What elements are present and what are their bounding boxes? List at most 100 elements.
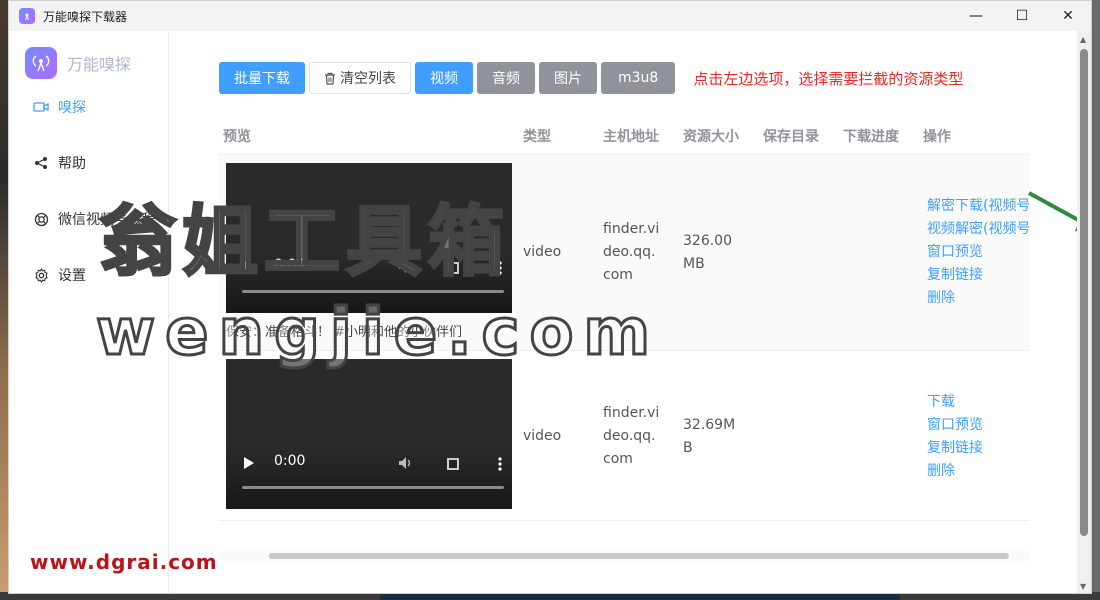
host-line: finder.vi [603, 405, 660, 421]
brand-name: 万能嗅探 [67, 55, 132, 74]
sidebar-item-label: 帮助 [58, 156, 86, 172]
size-cell: 326.00 MB [679, 155, 759, 350]
download-link[interactable]: 下载 [927, 391, 1029, 414]
filter-image-button[interactable]: 图片 [539, 62, 597, 94]
dir-cell [759, 155, 839, 350]
sidebar-item-label: 嗅探 [58, 100, 86, 116]
video-progress-track[interactable] [242, 290, 504, 293]
video-time: 0:00 [274, 453, 306, 469]
host-line: deo.qq. [603, 244, 656, 260]
size-line: B [683, 440, 693, 456]
video-controls [226, 253, 512, 313]
copy-link-link[interactable]: 复制链接 [927, 437, 1029, 460]
column-header-size: 资源大小 [683, 128, 739, 145]
sidebar: 万能嗅探 嗅探 帮助 微信视频号教程 设置 [9, 31, 169, 593]
main-content: 批量下载 清空列表 视频 音频 图片 m3u8 点击左边选项，选择需要拦截的资源… [177, 31, 1091, 593]
video-player[interactable]: 0:00 [226, 163, 512, 313]
trash-icon [324, 72, 336, 85]
clear-list-button[interactable]: 清空列表 [309, 62, 411, 94]
horizontal-scrollbar[interactable] [219, 551, 1029, 561]
video-player[interactable]: 0:00 [226, 359, 512, 509]
column-header-host: 主机地址 [603, 128, 659, 145]
filter-video-button[interactable]: 视频 [415, 62, 473, 94]
window-title: 万能嗅探下载器 [43, 9, 128, 24]
batch-download-button[interactable]: 批量下载 [219, 62, 305, 94]
progress-cell [839, 155, 919, 350]
host-line: com [603, 267, 633, 283]
sidebar-item-wechat-tutorial[interactable]: 微信视频号教程 [9, 191, 168, 247]
column-header-dir: 保存目录 [763, 128, 819, 145]
play-icon[interactable] [244, 457, 254, 469]
toolbar: 批量下载 清空列表 视频 音频 图片 m3u8 点击左边选项，选择需要拦截的资源… [219, 62, 963, 94]
sidebar-item-settings[interactable]: 设置 [9, 247, 168, 303]
decrypt-download-link[interactable]: 解密下载(视频号 [927, 195, 1029, 218]
filter-m3u8-button[interactable]: m3u8 [601, 62, 676, 94]
video-time: 0:00 [274, 257, 306, 273]
delete-link[interactable]: 删除 [927, 460, 1029, 483]
column-header-progress: 下载进度 [843, 128, 899, 145]
window-controls: — ☐ ✕ [953, 1, 1091, 31]
column-header-ops: 操作 [923, 128, 951, 145]
hint-text: 点击左边选项，选择需要拦截的资源类型 [693, 69, 964, 88]
window-preview-link[interactable]: 窗口预览 [927, 241, 1029, 264]
host-line: deo.qq. [603, 428, 656, 444]
video-progress-track[interactable] [242, 486, 504, 489]
video-caption: 保安：准备格斗！ #小明和他的小伙伴们 [226, 325, 463, 340]
ops-cell: 解密下载(视频号 视频解密(视频号 窗口预览 复制链接 删除 [919, 155, 1029, 350]
vertical-scrollbar[interactable]: ▲ ▼ [1077, 31, 1091, 593]
lifebuoy-icon [33, 211, 49, 227]
sidebar-item-sniff[interactable]: 嗅探 [9, 79, 168, 135]
copy-link-link[interactable]: 复制链接 [927, 264, 1029, 287]
video-icon [33, 99, 49, 115]
size-line: 32.69M [683, 417, 736, 433]
title-bar[interactable]: 万能嗅探下载器 — ☐ ✕ [9, 1, 1091, 31]
play-icon[interactable] [244, 261, 254, 273]
video-controls [226, 449, 512, 509]
host-line: com [603, 451, 633, 467]
app-window: 万能嗅探下载器 — ☐ ✕ 万能嗅探 嗅探 帮助 微信视频号教程 设置 批量下载… [8, 0, 1092, 594]
size-line: 326.00 [683, 233, 732, 249]
more-options-icon[interactable] [498, 261, 502, 275]
scroll-up-icon[interactable]: ▲ [1080, 35, 1086, 44]
progress-cell [839, 351, 919, 520]
sidebar-item-label: 微信视频号教程 [58, 212, 156, 228]
type-cell: video [523, 428, 562, 444]
sidebar-item-label: 设置 [58, 268, 86, 284]
maximize-button[interactable]: ☐ [999, 1, 1045, 31]
preview-cell: 0:00 [219, 351, 519, 520]
app-icon [19, 8, 35, 24]
size-cell: 32.69M B [679, 351, 759, 520]
horizontal-scroll-thumb[interactable] [269, 553, 1009, 559]
minimize-button[interactable]: — [953, 1, 999, 31]
dir-cell [759, 351, 839, 520]
filter-audio-button[interactable]: 音频 [477, 62, 535, 94]
scroll-down-icon[interactable]: ▼ [1080, 582, 1086, 591]
host-line: finder.vi [603, 221, 660, 237]
ops-cell: 下载 窗口预览 复制链接 删除 [919, 351, 1029, 520]
gear-icon [33, 267, 49, 283]
vertical-scroll-thumb[interactable] [1080, 49, 1088, 536]
host-cell: finder.vi deo.qq. com [599, 351, 679, 520]
type-cell: video [523, 244, 562, 260]
host-cell: finder.vi deo.qq. com [599, 155, 679, 350]
column-header-preview: 预览 [223, 128, 251, 145]
size-line: MB [683, 256, 705, 272]
share-icon [33, 155, 49, 171]
close-button[interactable]: ✕ [1045, 1, 1091, 31]
app-logo-icon [25, 47, 57, 79]
video-decrypt-link[interactable]: 视频解密(视频号 [927, 218, 1029, 241]
fullscreen-icon[interactable] [447, 458, 459, 470]
fullscreen-icon[interactable] [447, 262, 459, 274]
clear-list-label: 清空列表 [340, 71, 396, 87]
more-options-icon[interactable] [498, 457, 502, 471]
volume-icon[interactable] [398, 455, 414, 471]
preview-cell: 0:00 保安：准备格斗！ #小明和他的小伙伴们 [219, 155, 519, 350]
delete-link[interactable]: 删除 [927, 287, 1029, 310]
window-preview-link[interactable]: 窗口预览 [927, 414, 1029, 437]
resource-table: 预览 类型 主机地址 资源大小 保存目录 下载进度 操作 0:00 保安：准备格… [219, 117, 1029, 521]
table-row: 0:00 保安：准备格斗！ #小明和他的小伙伴们 video finder.vi… [219, 155, 1029, 351]
brand: 万能嗅探 [25, 47, 168, 79]
column-header-type: 类型 [523, 128, 551, 145]
volume-icon[interactable] [398, 259, 414, 275]
sidebar-item-help[interactable]: 帮助 [9, 135, 168, 191]
